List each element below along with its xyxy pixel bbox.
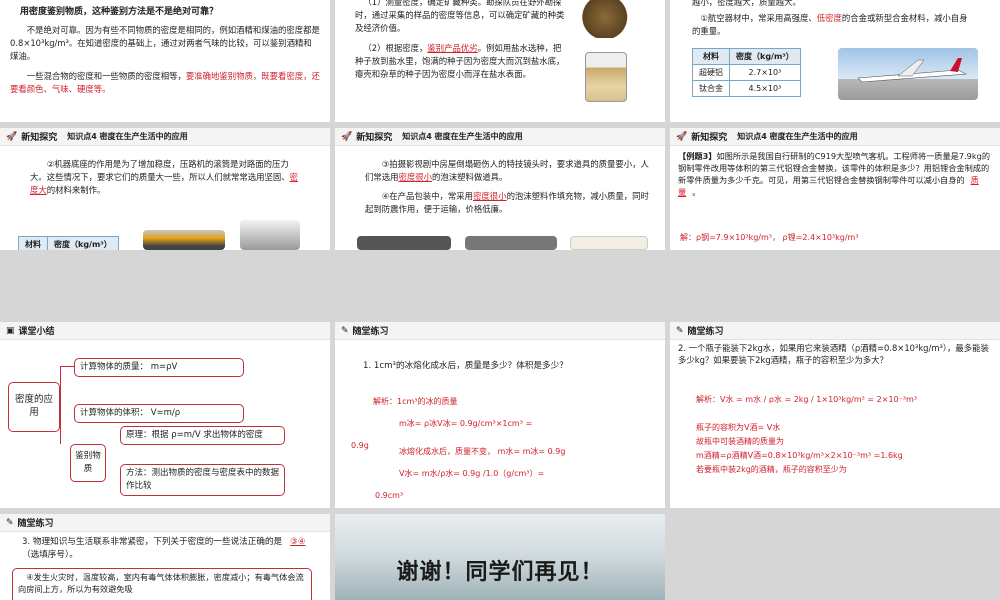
slide-5-text-3: ③拍摄影视剧中房屋倒塌砸伤人的特技镜头时，要求道具的质量要小，人们常选用密度很小… <box>365 159 649 182</box>
slide-9-answer-5: 若要瓶中装2kg的酒精，瓶子的容积至少为 <box>696 465 847 474</box>
slide-9-answer-4: m酒精=ρ酒精V酒=0.8×10³kg/m³×2×10⁻³m³ =1.6kg <box>696 451 903 460</box>
summary-principle: 原理：根据 ρ=m/V 求出物体的密度 <box>120 426 285 445</box>
summary-bracket <box>60 366 74 444</box>
slide-5-header: 🚀 新知探究 知识点4 密度在生产生活中的应用 <box>335 128 665 146</box>
summary-mass-formula: 计算物体的质量： m=ρV <box>74 358 244 377</box>
airplane-icon <box>857 58 968 83</box>
airplane-image <box>838 48 978 100</box>
slide-8-answer-4: 冰熔化成水后，质量不变， m水= m冰= 0.9g <box>399 447 566 456</box>
slide-5-text-4: ④在产品包装中，常采用密度很小的泡沫塑料作填充物，减小质量，同时起到防震作用，便… <box>365 191 649 214</box>
pencil-icon: ✎ <box>676 325 684 336</box>
slide-1-paragraph: 不是绝对可靠。因为有些不同物质的密度是相同的，例如酒精和煤油的密度都是0.8×1… <box>10 25 320 61</box>
slide-10[interactable]: ✎ 随堂练习 3. 物理知识与生活联系非常紧密，下列关于密度的一些说法正确的是 ③④… <box>0 514 330 600</box>
slide-9-answer-3: 故瓶中可装酒精的质量为 <box>696 437 784 446</box>
slide-grid: 用密度鉴别物质，这种鉴别方法是不是绝对可靠？ 不是绝对可靠。因为有些不同物质的密… <box>0 0 1000 600</box>
slide-8-answer-5: V水= m水/ρ水= 0.9g /1.0（g/cm³）= <box>399 469 545 478</box>
slide-2-item-1: （1）测量密度，确定矿藏种类。勘探队员在野外勘探时，通过采集的样品的密度等信息，… <box>355 0 565 33</box>
pencil-icon: ✎ <box>6 517 14 528</box>
slide-1-paragraph-2: 一些混合物的密度和一些物质的密度相等，要准确地鉴别物质，既要看密度，还要看颜色、… <box>10 71 320 94</box>
slide-8-answer-6: 0.9cm³ <box>375 491 404 500</box>
slide-5[interactable]: 🚀 新知探究 知识点4 密度在生产生活中的应用 ③拍摄影视剧中房屋倒塌砸伤人的特技镜… <box>335 128 665 250</box>
slide-8-question: 1. 1cm³的冰熔化成水后，质量是多少？体积是多少？ <box>363 361 568 371</box>
foam-packaging-image <box>570 236 648 250</box>
slide-9[interactable]: ✎ 随堂练习 2. 一个瓶子能装下2kg水，如果用它来装酒精（ρ酒精=0.8×10… <box>670 322 1000 508</box>
ore-sample-image <box>580 0 635 38</box>
slide-6-header: 🚀 新知探究 知识点4 密度在生产生活中的应用 <box>670 128 1000 146</box>
slide-8-answer-1: 解析：1cm³的冰的质量 <box>373 397 458 406</box>
salt-water-seed-image <box>585 52 627 102</box>
slide-4-density-table: 材料 密度（kg/m³） <box>18 236 119 250</box>
slide-6-example-question: 【例题3】如图所示是我国自行研制的C919大型喷气客机。工程师将一质量是7.9k… <box>678 151 991 197</box>
collapse-scene-image <box>357 236 451 250</box>
slide-2[interactable]: （1）测量密度，确定矿藏种类。勘探队员在野外勘探时，通过采集的样品的密度等信息，… <box>335 0 665 122</box>
slide-7-header: ▣ 课堂小结 <box>0 322 330 340</box>
slide-4-header: 🚀 新知探究 知识点4 密度在生产生活中的应用 <box>0 128 330 146</box>
slide-4[interactable]: 🚀 新知探究 知识点4 密度在生产生活中的应用 ②机器底座的作用是为了增加稳度，压路… <box>0 128 330 250</box>
summary-icon: ▣ <box>6 325 15 336</box>
road-roller-image <box>143 230 225 250</box>
slide-6-answer-line-1: 解：ρ钢=7.9×10³kg/m³， ρ锂=2.4×10³kg/m³ <box>680 233 859 242</box>
slide-10-question: 3. 物理知识与生活联系非常紧密，下列关于密度的一些说法正确的是 ③④（选填序号）… <box>22 537 306 560</box>
slide-8-answer-3: 0.9g <box>351 441 369 450</box>
slide-9-header: ✎ 随堂练习 <box>670 322 1000 340</box>
summary-volume-formula: 计算物体的体积： V=m/ρ <box>74 404 244 423</box>
slide-3-top-line: 越小，密度越大，质量越大。 <box>692 0 801 7</box>
rocket-icon: 🚀 <box>676 131 688 142</box>
slide-10-header: ✎ 随堂练习 <box>0 514 330 532</box>
pencil-icon: ✎ <box>341 325 349 336</box>
summary-identify: 鉴别物质 <box>70 444 106 482</box>
slide-8-answer-2: m冰= ρ冰V冰= 0.9g/cm³×1cm³ = <box>399 419 533 428</box>
slide-8[interactable]: ✎ 随堂练习 1. 1cm³的冰熔化成水后，质量是多少？体积是多少？ 解析：1cm… <box>335 322 665 508</box>
slide-10-option-4: ④发生火灾时，温度较高，室内有毒气体体积膨胀，密度减小；有毒气体会流向房间上方，… <box>12 568 312 600</box>
slide-3[interactable]: 越小，密度越大，质量越大。 ①航空器材中，常采用高强度、低密度的合金或新型合金材… <box>670 0 1000 122</box>
machine-base-image <box>240 220 300 250</box>
thanks-text: 谢谢！同学们再见！ <box>396 560 604 585</box>
slide-7[interactable]: ▣ 课堂小结 密度的应用 计算物体的质量： m=ρV 计算物体的体积： V=m/ρ… <box>0 322 330 508</box>
slide-6[interactable]: 🚀 新知探究 知识点4 密度在生产生活中的应用 【例题3】如图所示是我国自行研制的C… <box>670 128 1000 250</box>
slide-2-item-2: （2）根据密度，鉴别产品优劣。例如用盐水选种，把种子放到盐水里，饱满的种子因为密… <box>355 43 565 79</box>
crowd-scene-image <box>465 236 557 250</box>
slide-1[interactable]: 用密度鉴别物质，这种鉴别方法是不是绝对可靠？ 不是绝对可靠。因为有些不同物质的密… <box>0 0 330 122</box>
summary-method: 方法：测出物质的密度与密度表中的数据作比较 <box>120 464 285 496</box>
empty-slot <box>670 514 1000 600</box>
summary-root: 密度的应用 <box>8 382 60 432</box>
slide-3-density-table: 材料 密度（kg/m³） 超硬铝 2.7×10³ 钛合金 4.5×10³ <box>692 48 801 97</box>
slide-9-answer-2: 瓶子的容积为V酒= V水 <box>696 423 781 432</box>
slide-4-text: ②机器底座的作用是为了增加稳度，压路机的滚筒是对路面的压力大。这些情况下，要求它… <box>30 159 298 195</box>
rocket-icon: 🚀 <box>6 131 18 142</box>
slide-8-header: ✎ 随堂练习 <box>335 322 665 340</box>
rocket-icon: 🚀 <box>341 131 353 142</box>
slide-9-question: 2. 一个瓶子能装下2kg水，如果用它来装酒精（ρ酒精=0.8×10³kg/m³… <box>678 343 989 365</box>
slide-9-answer-1: 解析：V水 = m水 / ρ水 = 2kg / 1×10³kg/m³ = 2×1… <box>696 395 918 404</box>
slide-3-aircraft-text: ①航空器材中，常采用高强度、低密度的合金或新型合金材料，减小自身的重量。 <box>692 13 968 36</box>
slide-1-title: 用密度鉴别物质，这种鉴别方法是不是绝对可靠？ <box>20 7 219 17</box>
slide-11[interactable]: 谢谢！同学们再见！ <box>335 514 665 600</box>
